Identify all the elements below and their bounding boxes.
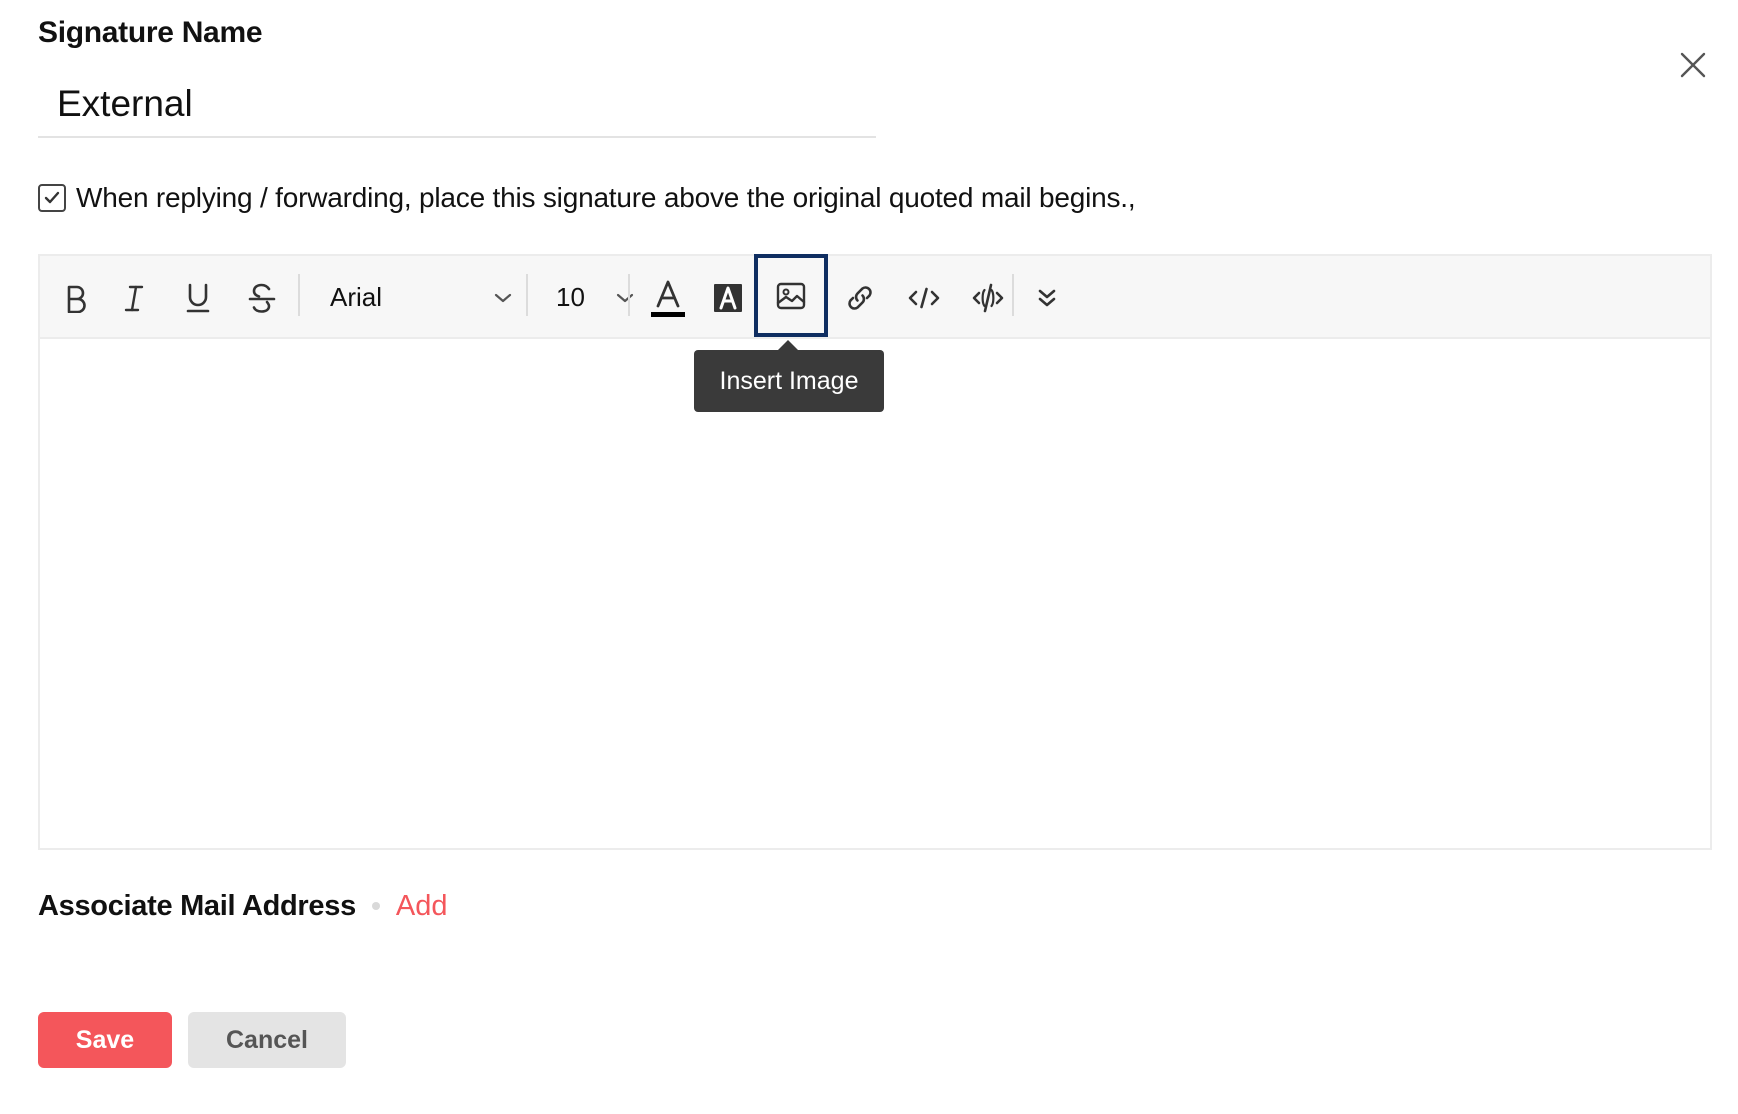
cancel-button[interactable]: Cancel <box>188 1012 346 1068</box>
strikethrough-button[interactable] <box>238 256 286 339</box>
font-family-dropdown[interactable]: Arial <box>322 256 526 339</box>
text-color-swatch <box>651 311 685 317</box>
signature-content-area[interactable] <box>40 339 1710 848</box>
associate-mail-row: Associate Mail Address Add <box>38 886 448 926</box>
highlight-color-button[interactable] <box>702 256 754 339</box>
close-button[interactable] <box>1678 50 1708 80</box>
italic-button[interactable] <box>110 256 158 339</box>
strikethrough-icon <box>248 283 276 313</box>
more-options-button[interactable] <box>1020 256 1074 339</box>
code-icon <box>908 287 940 308</box>
text-color-icon <box>651 280 685 317</box>
bold-icon <box>67 285 86 313</box>
insert-link-button[interactable] <box>830 256 890 339</box>
italic-icon <box>124 285 144 311</box>
link-icon <box>848 285 872 310</box>
placement-checkbox[interactable] <box>38 184 66 212</box>
toolbar-divider <box>1012 274 1014 316</box>
checkmark-icon <box>44 191 60 204</box>
insert-code-button[interactable] <box>894 256 954 339</box>
text-color-button[interactable] <box>638 256 698 339</box>
html-source-button[interactable] <box>958 256 1018 339</box>
more-options-icon <box>1038 289 1056 306</box>
save-button[interactable]: Save <box>38 1012 172 1068</box>
font-family-value: Arial <box>330 282 383 312</box>
signature-editor: Arial 10 Insert Image <box>38 254 1712 850</box>
signature-name-label: Signature Name <box>38 16 263 49</box>
insert-image-icon <box>776 282 806 309</box>
signature-editor-dialog: Signature Name When replying / forwardin… <box>0 0 1738 1114</box>
highlight-color-icon <box>714 283 742 312</box>
editor-toolbar: Arial 10 <box>40 254 1710 339</box>
underline-button[interactable] <box>174 256 222 339</box>
html-source-icon <box>972 283 1004 312</box>
toolbar-divider <box>526 274 528 316</box>
insert-image-button[interactable] <box>754 254 828 337</box>
add-mail-address-link[interactable]: Add <box>396 890 448 923</box>
associate-mail-label: Associate Mail Address <box>38 889 356 922</box>
placement-option: When replying / forwarding, place this s… <box>38 178 1136 218</box>
font-size-value: 10 <box>556 282 585 312</box>
toolbar-divider <box>628 274 630 316</box>
chevron-down-icon <box>494 293 512 302</box>
underline-icon <box>186 283 210 312</box>
close-icon <box>1680 52 1706 78</box>
signature-name-input[interactable] <box>38 72 876 138</box>
placement-label: When replying / forwarding, place this s… <box>76 182 1136 213</box>
separator-dot <box>371 902 380 910</box>
toolbar-divider <box>298 274 300 316</box>
bold-button[interactable] <box>52 256 100 339</box>
chevron-down-icon <box>616 293 634 302</box>
